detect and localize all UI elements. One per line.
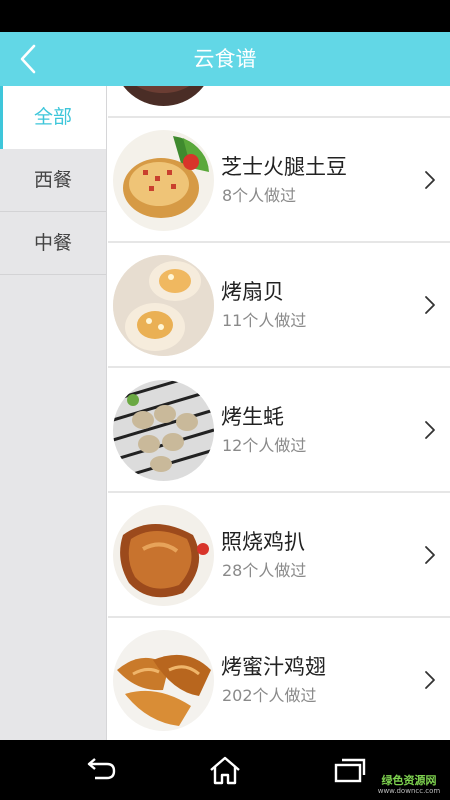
sidebar-item-label: 全部 bbox=[33, 106, 72, 128]
back-icon bbox=[87, 758, 116, 780]
recipe-count: 202个人做过 bbox=[222, 686, 317, 705]
recipe-thumbnail bbox=[113, 505, 214, 606]
chevron-left-icon bbox=[20, 44, 36, 74]
page-title: 云食谱 bbox=[193, 47, 257, 71]
chevron-right-icon bbox=[425, 296, 435, 314]
recipe-name: 芝士火腿土豆 bbox=[221, 155, 347, 179]
recipe-thumbnail bbox=[113, 130, 214, 231]
recipe-count: 11个人做过 bbox=[222, 311, 307, 330]
watermark-main: 绿色资源网 bbox=[381, 774, 437, 787]
system-nav-bar: 绿色资源网 www.downcc.com bbox=[0, 740, 450, 800]
chevron-right-icon bbox=[425, 671, 435, 689]
sidebar-item-label: 中餐 bbox=[33, 232, 72, 254]
recipe-name: 照烧鸡扒 bbox=[221, 530, 305, 554]
recipe-count: 28个人做过 bbox=[222, 561, 307, 580]
recipe-name: 烤蜜汁鸡翅 bbox=[221, 655, 326, 679]
sidebar-item-western[interactable]: 西餐 bbox=[0, 149, 106, 212]
recipe-item[interactable]: 烤扇贝 11个人做过 bbox=[108, 243, 450, 368]
sidebar-item-all[interactable]: 全部 bbox=[0, 86, 106, 149]
recipe-thumbnail bbox=[113, 86, 214, 106]
recipe-name: 烤生蚝 bbox=[221, 405, 284, 429]
recipe-thumbnail bbox=[113, 255, 214, 356]
home-icon bbox=[210, 756, 240, 785]
content-area: 全部 西餐 中餐 芝士火腿土豆 8个人做过 烤扇贝 11个人做过 烤生蚝 12个… bbox=[0, 86, 450, 740]
recipe-item[interactable] bbox=[108, 86, 450, 118]
watermark: 绿色资源网 www.downcc.com bbox=[376, 774, 442, 796]
recipe-item[interactable]: 烤蜜汁鸡翅 202个人做过 bbox=[108, 618, 450, 740]
nav-home-button[interactable] bbox=[205, 752, 245, 788]
nav-recents-button[interactable] bbox=[330, 752, 370, 788]
nav-back-button[interactable] bbox=[80, 752, 120, 788]
recipe-item[interactable]: 照烧鸡扒 28个人做过 bbox=[108, 493, 450, 618]
back-button[interactable] bbox=[6, 32, 50, 86]
recipe-item[interactable]: 烤生蚝 12个人做过 bbox=[108, 368, 450, 493]
recipe-list[interactable]: 芝士火腿土豆 8个人做过 烤扇贝 11个人做过 烤生蚝 12个人做过 照烧鸡扒 … bbox=[108, 86, 450, 740]
recipe-count: 12个人做过 bbox=[222, 436, 307, 455]
recents-icon bbox=[334, 758, 366, 783]
recipe-name: 烤扇贝 bbox=[221, 280, 284, 304]
category-sidebar: 全部 西餐 中餐 bbox=[0, 86, 107, 740]
recipe-count: 8个人做过 bbox=[222, 186, 297, 205]
watermark-sub: www.downcc.com bbox=[377, 787, 441, 795]
sidebar-item-chinese[interactable]: 中餐 bbox=[0, 212, 106, 275]
recipe-thumbnail bbox=[113, 630, 214, 731]
chevron-right-icon bbox=[425, 421, 435, 439]
app-bar: 云食谱 bbox=[0, 32, 450, 86]
chevron-right-icon bbox=[425, 546, 435, 564]
status-bar bbox=[0, 0, 450, 32]
sidebar-item-label: 西餐 bbox=[33, 169, 72, 191]
recipe-thumbnail bbox=[113, 380, 214, 481]
chevron-right-icon bbox=[425, 171, 435, 189]
recipe-item[interactable]: 芝士火腿土豆 8个人做过 bbox=[108, 118, 450, 243]
